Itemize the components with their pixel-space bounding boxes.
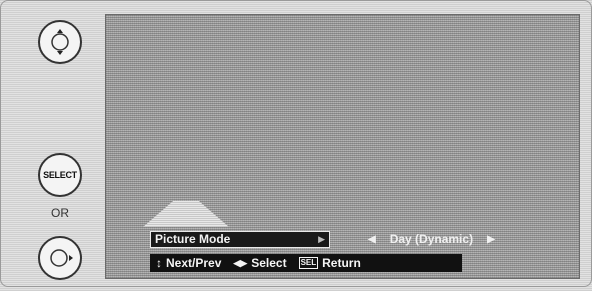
nav-up-down-icon: [51, 29, 69, 55]
nav-right-icon: [50, 249, 73, 267]
select-button[interactable]: SELECT: [38, 153, 82, 197]
nav-right-button[interactable]: [38, 236, 82, 280]
select-button-label: SELECT: [43, 170, 77, 180]
left-arrow-icon[interactable]: ◀: [368, 234, 376, 245]
sel-key-icon: SEL: [298, 257, 319, 269]
picture-mode-item[interactable]: Picture Mode ▶: [150, 230, 330, 248]
submenu-arrow-icon: ▶: [318, 233, 325, 244]
return-label: Return: [322, 256, 361, 270]
manual-illustration: SELECT OR Picture Mode ▶ ◀ Day (Dynamic)…: [0, 0, 592, 291]
next-prev-label: Next/Prev: [166, 256, 222, 270]
nav-up-down-button[interactable]: [38, 20, 82, 64]
left-right-arrow-icon: ◀▶: [233, 257, 248, 268]
picture-mode-value-selector[interactable]: ◀ Day (Dynamic) ▶: [354, 232, 509, 246]
right-arrow-icon[interactable]: ▶: [487, 234, 495, 245]
select-help-label: Select: [251, 256, 287, 270]
picture-mode-row[interactable]: Picture Mode ▶ ◀ Day (Dynamic) ▶: [150, 230, 582, 248]
picture-mode-value: Day (Dynamic): [389, 232, 474, 246]
picture-mode-label: Picture Mode: [155, 232, 231, 246]
or-label: OR: [51, 206, 69, 220]
help-bar: ↕ Next/Prev ◀▶ Select SEL Return: [150, 254, 462, 272]
up-down-arrow-icon: ↕: [156, 256, 162, 270]
